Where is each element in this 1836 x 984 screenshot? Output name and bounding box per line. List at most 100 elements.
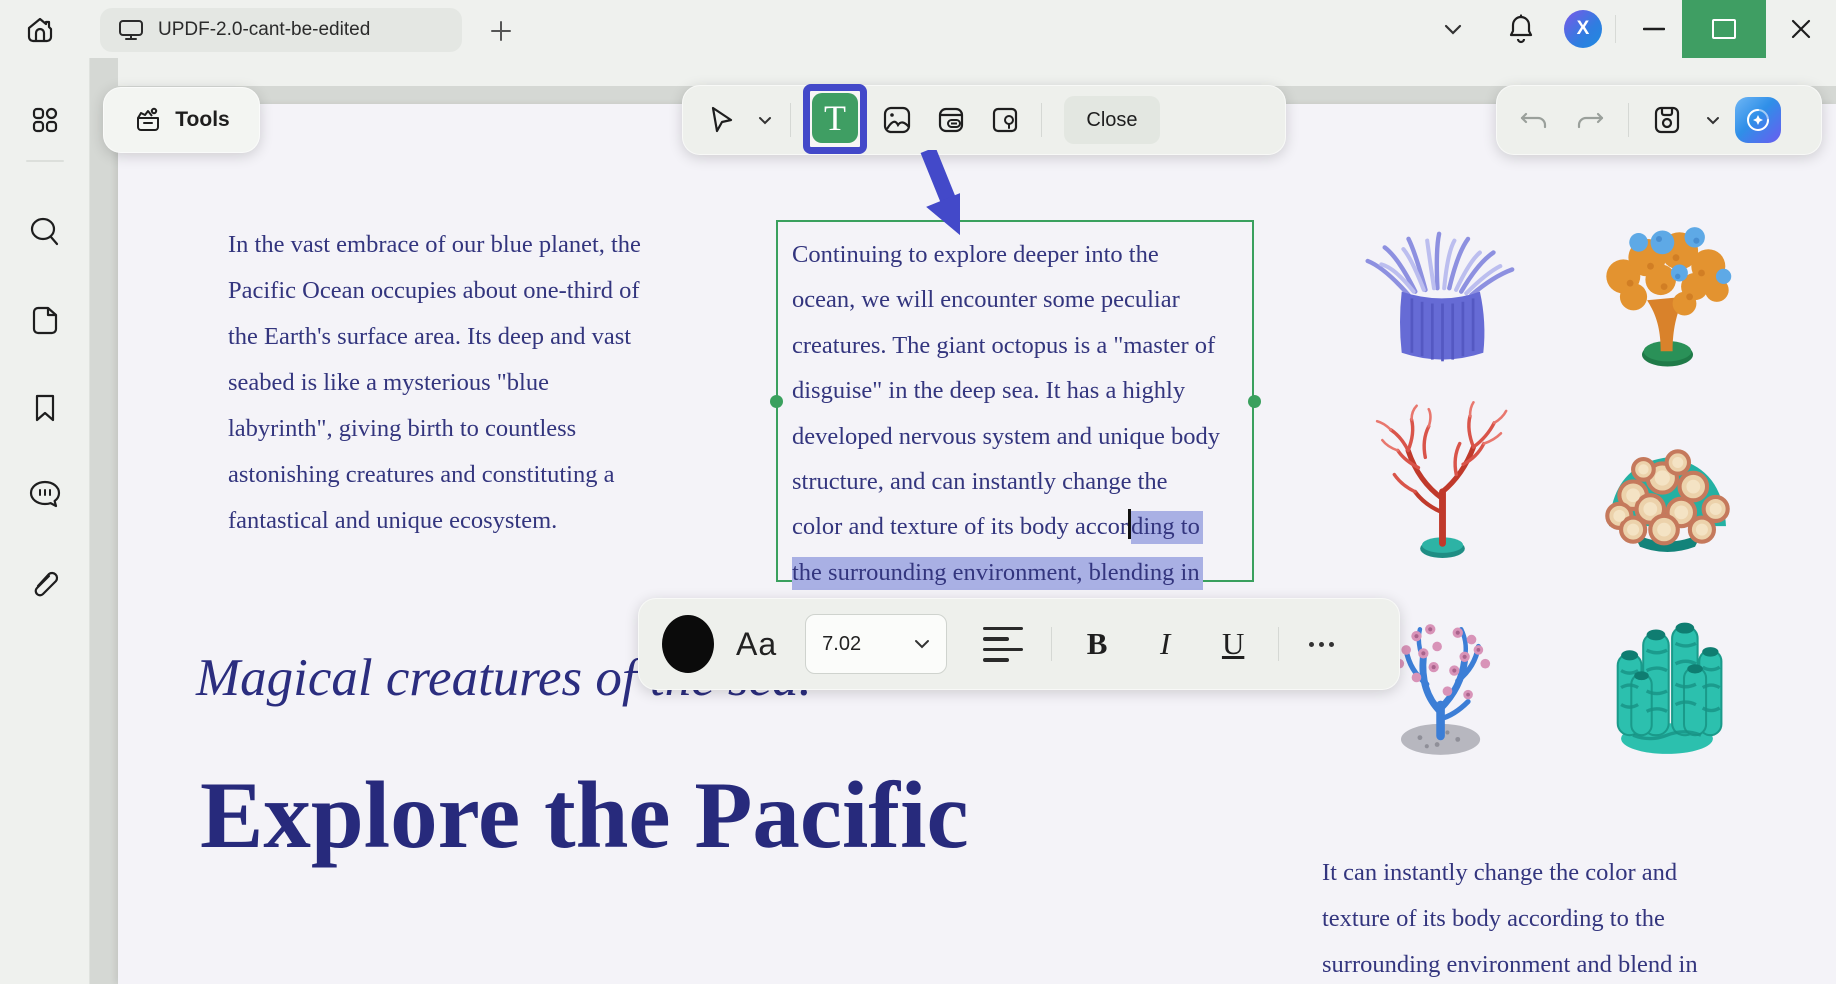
- font-size-dropdown[interactable]: 7.02: [805, 614, 947, 674]
- sidebar-item-apps[interactable]: [23, 98, 67, 142]
- text-tool-selected[interactable]: T: [803, 85, 867, 155]
- search-icon: [28, 215, 62, 249]
- notifications-button[interactable]: [1499, 7, 1543, 51]
- divider: [1041, 103, 1042, 137]
- chevron-down-icon: [914, 639, 930, 649]
- toolbox-icon: [133, 105, 163, 135]
- edit-toolbar: T Close: [682, 85, 1286, 155]
- document-viewport-gutter: [90, 58, 118, 984]
- close-window-icon: [1790, 18, 1812, 40]
- updf-app-window: In the vast embrace of our blue planet, …: [0, 0, 1836, 984]
- align-left-button[interactable]: [983, 622, 1027, 666]
- font-size-value: 7.02: [822, 633, 861, 656]
- annotation-arrow-icon: [800, 150, 960, 265]
- divider: [1278, 627, 1279, 661]
- more-options-button[interactable]: [1309, 642, 1334, 647]
- sidebar-item-bookmarks[interactable]: [23, 386, 67, 430]
- paragraph-bottom-right[interactable]: It can instantly change the color and te…: [1322, 850, 1698, 984]
- maximize-icon: [1712, 19, 1736, 39]
- paragraph-line: labyrinth", giving birth to countless: [228, 406, 641, 452]
- paragraph-line: surrounding environment and blend in: [1322, 942, 1698, 984]
- sidebar-item-attachments[interactable]: [23, 560, 67, 604]
- image-tool[interactable]: [873, 96, 921, 144]
- comment-icon: [28, 478, 62, 510]
- chevron-down-icon: [1706, 116, 1720, 125]
- divider: [26, 160, 64, 162]
- textbox-line: disguise" in the deep sea. It has a high…: [792, 368, 1252, 413]
- paragraph-line: Pacific Ocean occupies about one-third o…: [228, 268, 641, 314]
- selected-text: the surrounding environment, blending in: [792, 557, 1203, 590]
- minimize-icon: [1643, 27, 1665, 31]
- text-tool-icon[interactable]: T: [812, 93, 858, 143]
- chevron-down-icon: [1444, 24, 1462, 35]
- image-tool-icon: [882, 105, 912, 135]
- cursor-select-tool[interactable]: [698, 96, 746, 144]
- sidebar-item-comments[interactable]: [23, 472, 67, 516]
- textbox-line-selected: the surrounding environment, blending in: [792, 550, 1252, 595]
- save-button[interactable]: [1643, 96, 1691, 144]
- tab-title: UPDF-2.0-cant-be-edited: [158, 19, 370, 41]
- location-tool[interactable]: [981, 96, 1029, 144]
- account-avatar[interactable]: X: [1561, 7, 1605, 51]
- close-edit-mode-button[interactable]: Close: [1064, 96, 1160, 144]
- textbox-resize-handle-left[interactable]: [770, 395, 783, 408]
- paragraph-left-column[interactable]: In the vast embrace of our blue planet, …: [228, 222, 641, 544]
- paragraph-line: the Earth's surface area. Its deep and v…: [228, 314, 641, 360]
- underline-button[interactable]: U: [1204, 620, 1262, 668]
- titlebar: UPDF-2.0-cant-be-edited X: [0, 0, 1836, 58]
- paragraph-line: fantastical and unique ecosystem.: [228, 498, 641, 544]
- save-dropdown[interactable]: [1699, 96, 1727, 144]
- avatar: X: [1564, 10, 1602, 48]
- textbox-text-before-caret: color and texture of its body accor: [792, 513, 1128, 540]
- undo-icon: [1520, 108, 1548, 132]
- bookmark-icon: [30, 392, 60, 424]
- cursor-select-icon: [709, 106, 735, 134]
- active-text-box[interactable]: Continuing to explore deeper into the oc…: [776, 220, 1254, 582]
- italic-button[interactable]: I: [1136, 620, 1194, 668]
- grid-apps-icon: [29, 104, 61, 136]
- home-icon: [24, 14, 56, 46]
- heading-explore-the-pacific[interactable]: Explore the Pacific: [200, 760, 969, 870]
- divider: [1051, 627, 1052, 661]
- cursor-tool-dropdown[interactable]: [752, 96, 778, 144]
- image-red-branch-coral: [1355, 392, 1530, 564]
- link-tool[interactable]: [927, 96, 975, 144]
- document-tab[interactable]: UPDF-2.0-cant-be-edited: [100, 8, 462, 52]
- textbox-line: structure, and can instantly change the: [792, 459, 1252, 504]
- location-tool-icon: [990, 105, 1020, 135]
- tools-button[interactable]: Tools: [103, 87, 260, 153]
- divider: [1628, 103, 1629, 137]
- font-style-button[interactable]: Aa: [736, 626, 777, 663]
- paragraph-line: astonishing creatures and constituting a: [228, 452, 641, 498]
- link-tool-icon: [936, 105, 966, 135]
- selected-text: ding to: [1131, 511, 1203, 544]
- left-sidebar: [0, 58, 90, 984]
- monitor-tab-icon: [118, 18, 144, 42]
- redo-icon: [1576, 108, 1604, 132]
- new-tab-button[interactable]: [486, 16, 516, 46]
- textbox-line-with-caret: color and texture of its body according …: [792, 504, 1252, 549]
- home-button[interactable]: [18, 11, 62, 49]
- plus-icon: [490, 20, 512, 42]
- paragraph-line: texture of its body according to the: [1322, 896, 1698, 942]
- save-icon: [1652, 105, 1682, 135]
- image-disc-coral-dome: [1580, 392, 1755, 564]
- tools-label: Tools: [175, 108, 229, 132]
- ai-assistant-button[interactable]: [1735, 97, 1781, 143]
- chevron-down-icon: [758, 116, 772, 125]
- sidebar-item-pages[interactable]: [23, 298, 67, 342]
- maximize-button[interactable]: [1682, 0, 1766, 58]
- image-purple-anemone: [1355, 210, 1530, 380]
- history-save-toolbar: [1496, 85, 1822, 155]
- font-color-swatch[interactable]: [662, 615, 714, 673]
- bold-button[interactable]: B: [1068, 620, 1126, 668]
- paragraph-line: In the vast embrace of our blue planet, …: [228, 222, 641, 268]
- textbox-resize-handle-right[interactable]: [1248, 395, 1261, 408]
- sidebar-item-search[interactable]: [23, 210, 67, 254]
- redo-button[interactable]: [1566, 96, 1614, 144]
- minimize-button[interactable]: [1626, 0, 1682, 58]
- close-window-button[interactable]: [1766, 0, 1836, 58]
- undo-button[interactable]: [1510, 96, 1558, 144]
- ai-assistant-icon: [1743, 105, 1773, 135]
- titlebar-dropdown[interactable]: [1431, 7, 1475, 51]
